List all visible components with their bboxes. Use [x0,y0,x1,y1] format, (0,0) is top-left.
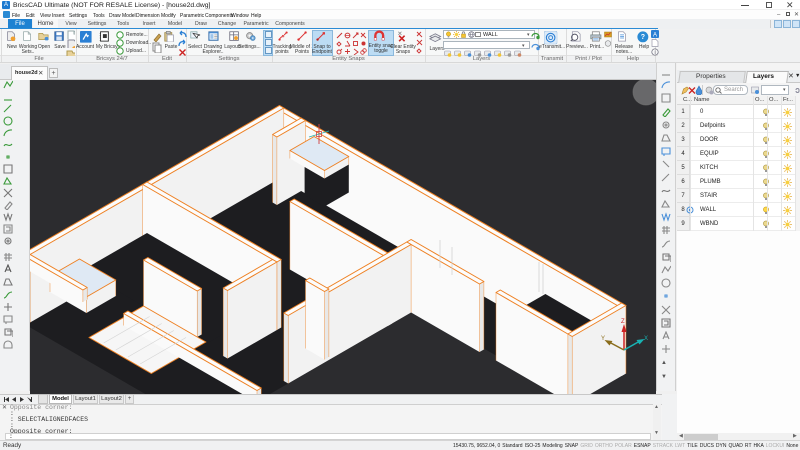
svg-text:A: A [653,33,657,39]
svg-text:?: ? [641,34,645,41]
svg-text:Z: Z [621,319,625,325]
svg-text:i: i [654,50,655,56]
svg-text:X: X [644,336,648,342]
svg-text:Y: Y [601,336,605,342]
